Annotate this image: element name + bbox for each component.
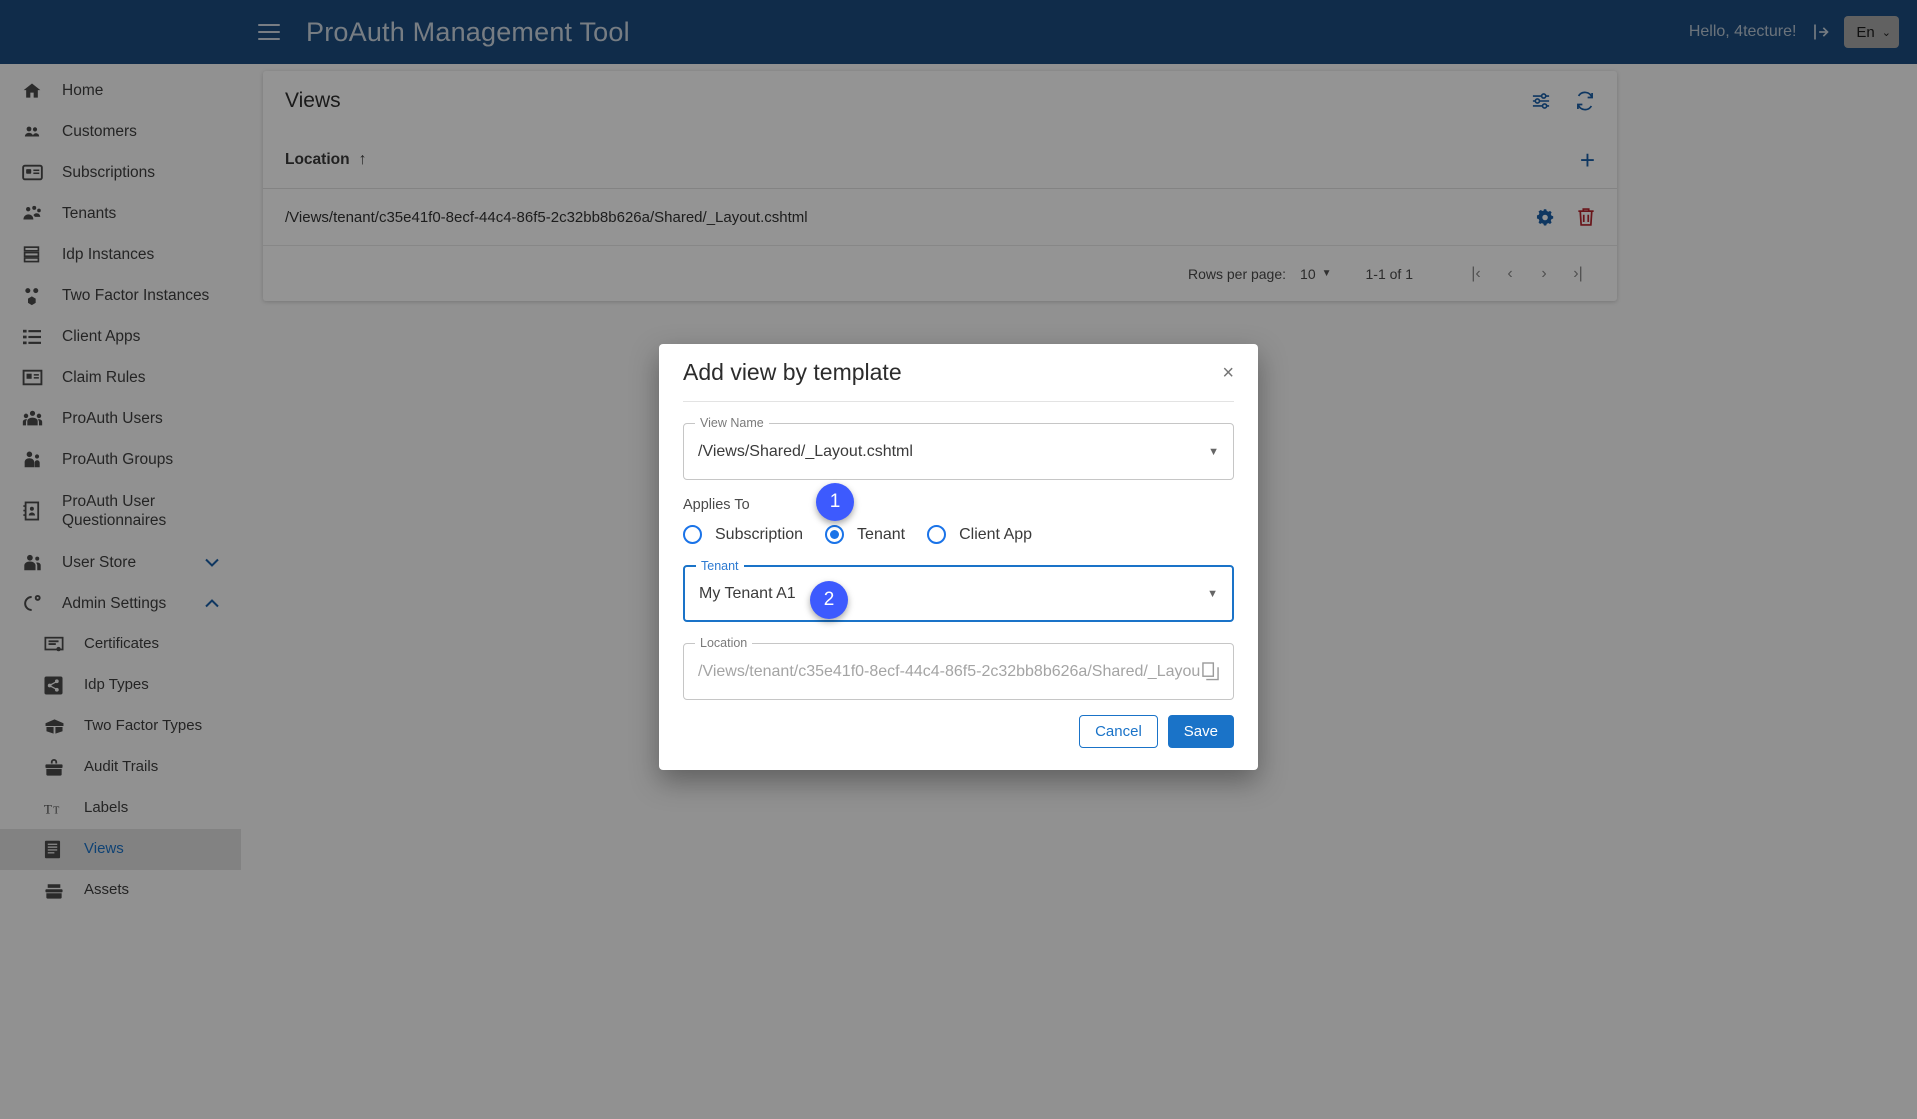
step-badge-1: 1 [816, 483, 854, 521]
tenant-select[interactable]: Tenant My Tenant A1 ▼ [683, 565, 1234, 622]
save-button[interactable]: Save [1168, 715, 1234, 748]
view-name-value: /Views/Shared/_Layout.cshtml [698, 443, 913, 461]
radio-icon [825, 525, 844, 544]
radio-tenant[interactable]: Tenant [825, 525, 905, 544]
location-label: Location [695, 636, 752, 650]
radio-label: Client App [959, 526, 1032, 544]
radio-subscription[interactable]: Subscription [683, 525, 803, 544]
chevron-down-icon: ▼ [1207, 588, 1218, 600]
dialog-title: Add view by template [683, 359, 902, 386]
radio-icon [683, 525, 702, 544]
location-field[interactable]: Location /Views/tenant/c35e41f0-8ecf-44c… [683, 643, 1234, 700]
view-name-label: View Name [695, 416, 769, 430]
applies-to-label: Applies To [683, 497, 1234, 513]
view-name-select[interactable]: View Name /Views/Shared/_Layout.cshtml ▼ [683, 423, 1234, 480]
tenant-value: My Tenant A1 [699, 585, 796, 603]
app-root: ProAuth Management Tool Hello, 4tecture!… [0, 0, 1917, 1119]
radio-label: Subscription [715, 526, 803, 544]
step-badge-2: 2 [810, 581, 848, 619]
cancel-button[interactable]: Cancel [1079, 715, 1158, 748]
chevron-down-icon: ▼ [1208, 446, 1219, 458]
dialog-header: Add view by template × [683, 344, 1234, 402]
radio-label: Tenant [857, 526, 905, 544]
location-value: /Views/tenant/c35e41f0-8ecf-44c4-86f5-2c… [698, 663, 1200, 681]
add-view-dialog: Add view by template × View Name /Views/… [659, 344, 1258, 770]
radio-client-app[interactable]: Client App [927, 525, 1032, 544]
applies-to-radio-group: Subscription Tenant Client App [683, 525, 1234, 544]
radio-icon [927, 525, 946, 544]
dialog-actions: Cancel Save [1079, 715, 1234, 748]
copy-icon[interactable] [1202, 662, 1219, 681]
tenant-label: Tenant [696, 559, 744, 573]
close-icon[interactable]: × [1222, 363, 1234, 383]
